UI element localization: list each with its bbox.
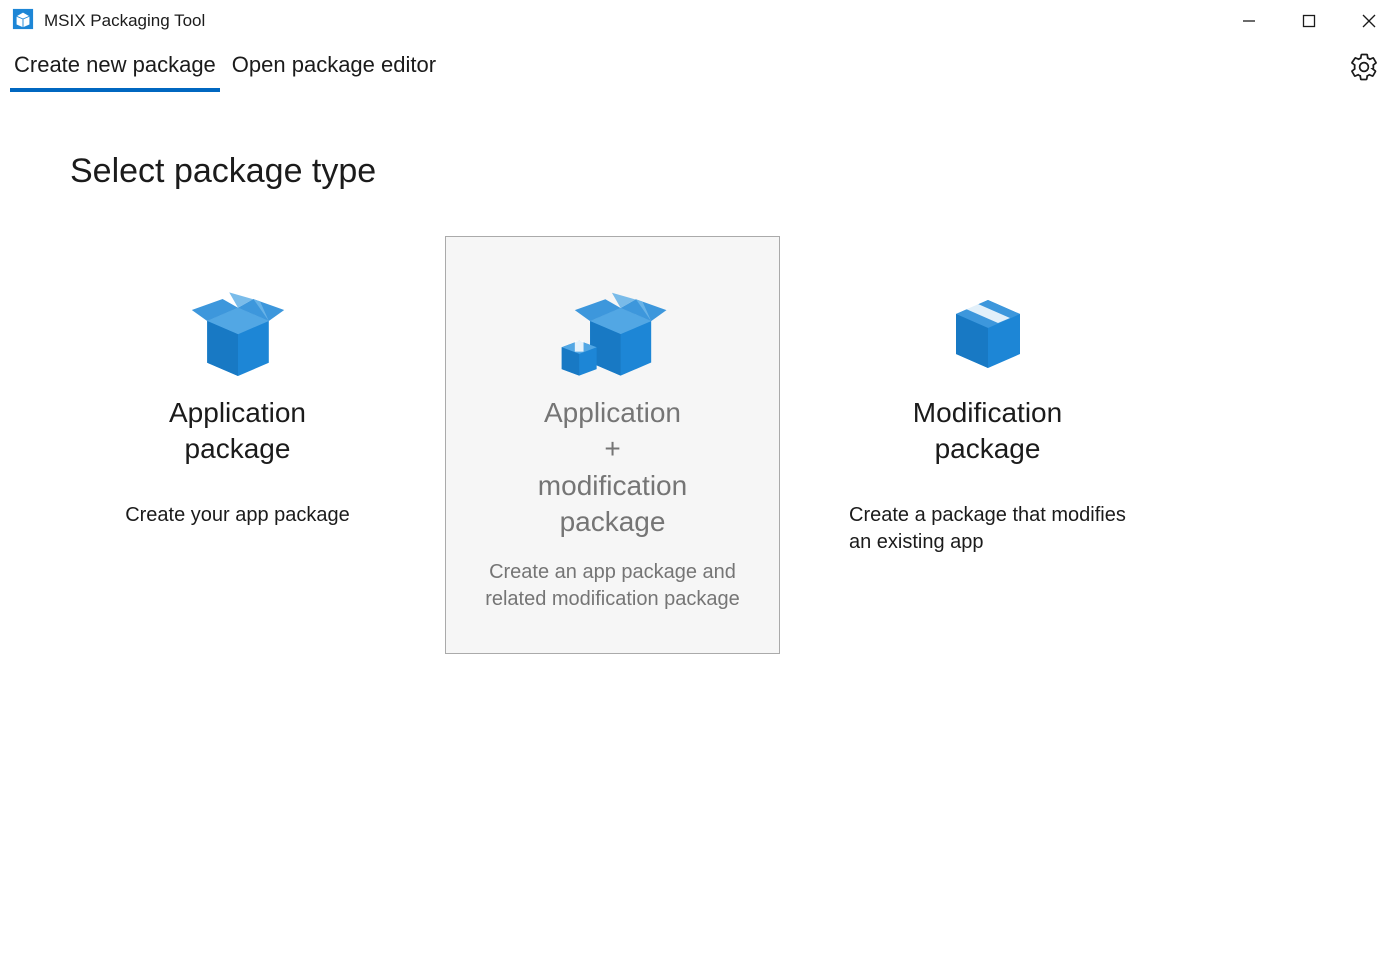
card-application-package[interactable]: Application package Create your app pack… bbox=[70, 236, 405, 654]
page-heading: Select package type bbox=[70, 152, 1329, 191]
card-title: Application + modification package bbox=[538, 395, 687, 541]
tab-open-package-editor[interactable]: Open package editor bbox=[228, 46, 440, 92]
window-controls bbox=[1219, 0, 1399, 42]
titlebar-left: MSIX Packaging Tool bbox=[12, 8, 205, 35]
card-description: Create an app package and related modifi… bbox=[470, 559, 755, 613]
card-description: Create your app package bbox=[95, 502, 380, 529]
app-icon bbox=[12, 8, 34, 35]
open-box-icon bbox=[183, 277, 293, 387]
app-title: MSIX Packaging Tool bbox=[44, 11, 205, 31]
open-box-with-small-box-icon bbox=[553, 277, 673, 387]
settings-button[interactable] bbox=[1347, 50, 1381, 89]
gear-icon bbox=[1349, 52, 1379, 82]
card-title: Application package bbox=[169, 395, 306, 468]
close-button[interactable] bbox=[1339, 0, 1399, 42]
card-title: Modification package bbox=[913, 395, 1062, 468]
package-type-cards: Application package Create your app pack… bbox=[70, 236, 1329, 654]
tab-create-new-package[interactable]: Create new package bbox=[10, 46, 220, 92]
closed-box-icon bbox=[938, 277, 1038, 387]
tabbar: Create new package Open package editor bbox=[0, 42, 1399, 92]
card-modification-package[interactable]: Modification package Create a package th… bbox=[820, 236, 1155, 654]
minimize-button[interactable] bbox=[1219, 0, 1279, 42]
titlebar: MSIX Packaging Tool bbox=[0, 0, 1399, 42]
card-description: Create a package that modifies an existi… bbox=[845, 502, 1130, 556]
maximize-button[interactable] bbox=[1279, 0, 1339, 42]
main-content: Select package type Application package … bbox=[0, 92, 1399, 654]
tabs: Create new package Open package editor bbox=[10, 46, 440, 92]
card-application-modification-package[interactable]: Application + modification package Creat… bbox=[445, 236, 780, 654]
